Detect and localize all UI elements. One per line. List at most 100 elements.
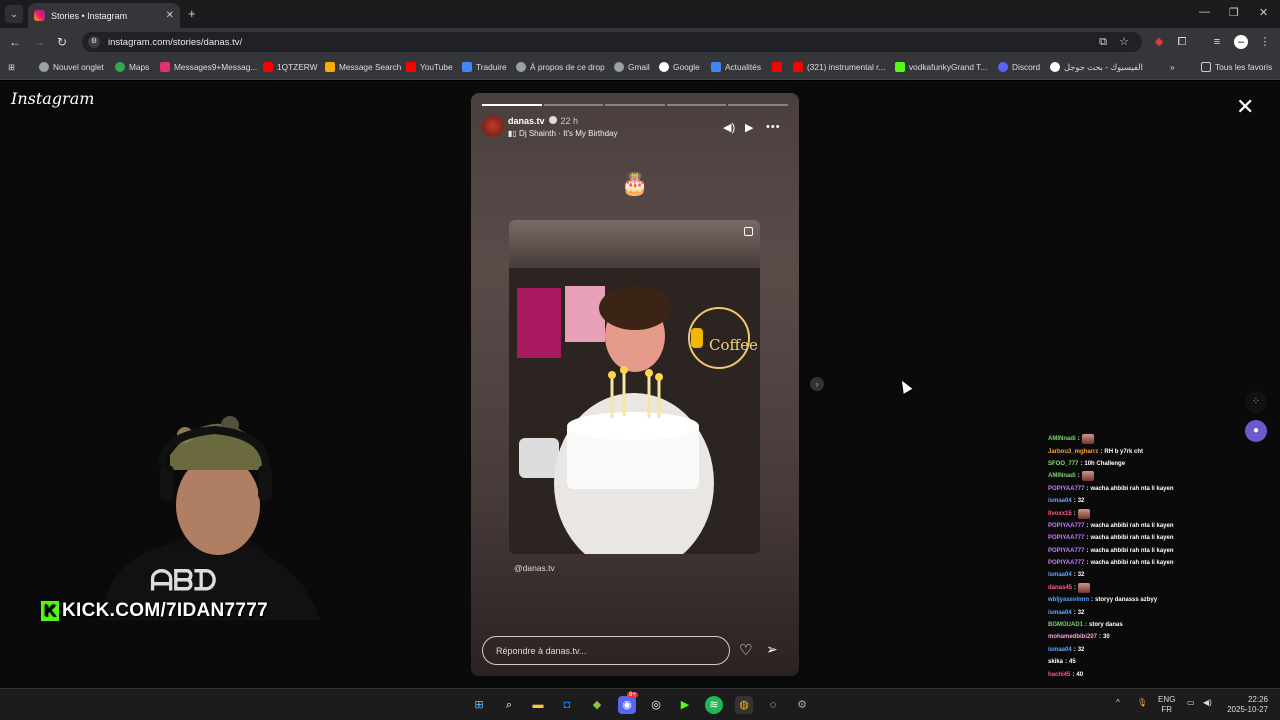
forward-icon[interactable]: → xyxy=(33,35,45,49)
chat-emote-icon xyxy=(1081,471,1094,482)
tray-overflow-icon[interactable]: ^ xyxy=(1116,698,1120,708)
bookmark-item[interactable]: YouTube xyxy=(406,62,453,72)
windows-start-icon[interactable]: ⊞ xyxy=(470,696,488,714)
instagram-favicon-icon xyxy=(34,10,45,21)
new-tab-button[interactable]: + xyxy=(188,6,196,21)
tab-instagram[interactable]: Stories • Instagram ✕ xyxy=(28,3,180,28)
tab-strip: ⌄ Stories • Instagram ✕ + — ❐ ✕ xyxy=(0,0,1280,28)
tab-title: Stories • Instagram xyxy=(51,10,128,21)
bookmark-item[interactable]: Nouvel onglet xyxy=(39,62,104,72)
story-username[interactable]: danas.tv 22 h xyxy=(508,116,578,126)
bookmark-item[interactable]: Discord xyxy=(998,62,1040,72)
chat-username: AMINnadi xyxy=(1048,473,1076,480)
chrome-canary-icon[interactable]: ◌ xyxy=(764,696,782,714)
volume-tray-icon[interactable]: ◀) xyxy=(1203,698,1212,708)
reply-input[interactable]: Répondre à danas.tv... xyxy=(482,636,730,665)
clock[interactable]: 22:26 2025-10-27 xyxy=(1226,695,1268,715)
site-info-icon[interactable]: ⚙ xyxy=(88,36,100,48)
chat-message: POPIYAA777: wacha ahbibi rah nta li kayen xyxy=(1048,532,1248,544)
reload-icon[interactable]: ↻ xyxy=(57,35,67,49)
bookmark-youtube-icon[interactable] xyxy=(772,62,786,72)
bookmark-item[interactable]: Gmail xyxy=(614,62,650,72)
play-icon[interactable]: ▶ xyxy=(745,121,753,134)
chat-text: wacha ahbibi rah nta li kayen xyxy=(1090,522,1174,529)
minimize-button[interactable]: — xyxy=(1199,6,1210,18)
bookmark-item[interactable]: Google xyxy=(659,62,700,72)
kick-taskbar-icon[interactable]: ▶ xyxy=(676,696,694,714)
bookmark-item[interactable]: Maps xyxy=(115,62,149,72)
extensions-puzzle-icon[interactable]: ⧠ xyxy=(1175,35,1189,49)
carousel-icon xyxy=(744,227,753,236)
shared-post-image[interactable]: Coffee xyxy=(509,220,760,554)
instagram-logo[interactable]: Instagram xyxy=(11,89,94,108)
chat-text: story danas xyxy=(1089,622,1123,629)
bookmark-item[interactable]: vodkafunkyGrand T... xyxy=(895,62,987,72)
search-icon[interactable]: ⌕ xyxy=(500,696,518,714)
chat-emote-icon xyxy=(1081,434,1094,445)
bookmark-item[interactable]: Tous les favoris xyxy=(1201,62,1272,72)
chat-message: BGMOUAD1: story danas xyxy=(1048,619,1248,631)
bookmark-item[interactable]: الفيسبوك - بحث جوجل xyxy=(1050,62,1143,72)
chat-username: SFOO_777 xyxy=(1048,460,1079,467)
close-window-button[interactable]: ✕ xyxy=(1259,6,1268,19)
chat-separator: : xyxy=(1086,560,1089,567)
microphone-icon[interactable]: 🎙 xyxy=(1137,698,1147,708)
discord-taskbar-icon[interactable]: ◉ xyxy=(618,696,636,714)
chat-separator: : xyxy=(1085,622,1088,629)
bookmarks-overflow-icon[interactable]: » xyxy=(1170,62,1175,72)
webcam-overlay: ᗩᗷᗪ xyxy=(40,395,330,620)
chat-message: AMINnadi: xyxy=(1048,433,1248,445)
bookmark-item[interactable]: Messages9+Messag... xyxy=(160,62,257,72)
language-indicator[interactable]: ENG FR xyxy=(1158,695,1175,715)
profile-avatar-icon[interactable]: – xyxy=(1234,35,1248,49)
story-viewer[interactable]: danas.tv 22 h ▮▯ Dj Shainth · It's My Bir… xyxy=(471,93,799,676)
svg-text:ᗩᗷᗪ: ᗩᗷᗪ xyxy=(150,564,217,597)
avatar[interactable] xyxy=(482,115,504,137)
more-options-icon[interactable]: ••• xyxy=(766,121,781,133)
tab-search-button[interactable]: ⌄ xyxy=(5,5,23,23)
chat-message: skika:45 xyxy=(1048,656,1248,668)
mention-tag[interactable]: @danas.tv xyxy=(514,563,555,573)
chat-username: POPIYAA777 xyxy=(1048,485,1085,492)
like-heart-icon[interactable]: ♡ xyxy=(739,641,752,659)
restore-button[interactable]: ❐ xyxy=(1229,6,1239,19)
next-story-button[interactable]: › xyxy=(810,377,824,391)
bookmark-item[interactable]: Actualités xyxy=(711,62,761,72)
close-story-icon[interactable]: ✕ xyxy=(1236,94,1254,120)
close-tab-icon[interactable]: ✕ xyxy=(166,10,174,21)
bookmark-item[interactable]: À propos de ce drop xyxy=(516,62,605,72)
chat-username: AMINnadi xyxy=(1048,436,1076,443)
browser-chrome: ⌄ Stories • Instagram ✕ + — ❐ ✕ ← → ↻ ⚙ … xyxy=(0,0,1280,80)
volume-icon[interactable]: ◀) xyxy=(723,121,735,134)
store-icon[interactable]: ◘ xyxy=(558,696,576,714)
obs-icon[interactable]: ◎ xyxy=(647,696,665,714)
settings-gear-icon[interactable]: ⚙ xyxy=(793,696,811,714)
spotify-icon[interactable]: ≋ xyxy=(705,696,723,714)
chat-text: RH b y7rk cht xyxy=(1104,448,1144,455)
bookmark-item[interactable]: Traduire xyxy=(462,62,507,72)
bookmark-item[interactable]: Message Search xyxy=(325,62,401,72)
story-music[interactable]: ▮▯ Dj Shainth · It's My Birthday xyxy=(508,129,618,138)
bookmark-star-icon[interactable]: ☆ xyxy=(1117,35,1131,49)
extension-red-icon[interactable]: ◆ xyxy=(1152,35,1166,49)
send-icon[interactable]: ➢ xyxy=(766,641,778,658)
bluestacks-icon[interactable]: ◆ xyxy=(588,696,606,714)
apps-grid-icon[interactable]: ⊞ xyxy=(8,62,15,72)
streamer-webcam: ᗩᗷᗪ xyxy=(100,416,320,620)
bookmark-item[interactable]: 1QTZERW xyxy=(263,62,317,72)
chat-separator: : xyxy=(1086,547,1089,554)
address-bar[interactable]: ⚙ instagram.com/stories/danas.tv/ xyxy=(82,32,1142,52)
bookmark-item[interactable]: (321) instrumental r... xyxy=(793,62,885,72)
menu-kebab-icon[interactable]: ⋮ xyxy=(1258,35,1272,49)
chat-username: Jarbou3_mgharrz xyxy=(1048,448,1099,455)
install-app-icon[interactable]: ⧉ xyxy=(1096,35,1110,49)
back-icon[interactable]: ← xyxy=(9,35,21,49)
chat-username: wbljyassvinnn xyxy=(1048,597,1090,604)
chat-separator: : xyxy=(1073,646,1076,653)
file-explorer-icon[interactable]: ▬ xyxy=(529,696,547,714)
display-icon[interactable]: ▭ xyxy=(1187,698,1195,708)
media-control-icon[interactable]: ≡ xyxy=(1210,35,1224,49)
discord-floating-icon[interactable]: ● xyxy=(1245,420,1267,442)
extension-floating-icon[interactable]: ⁘ xyxy=(1245,391,1267,413)
chrome-icon[interactable]: ◍ xyxy=(735,696,753,714)
